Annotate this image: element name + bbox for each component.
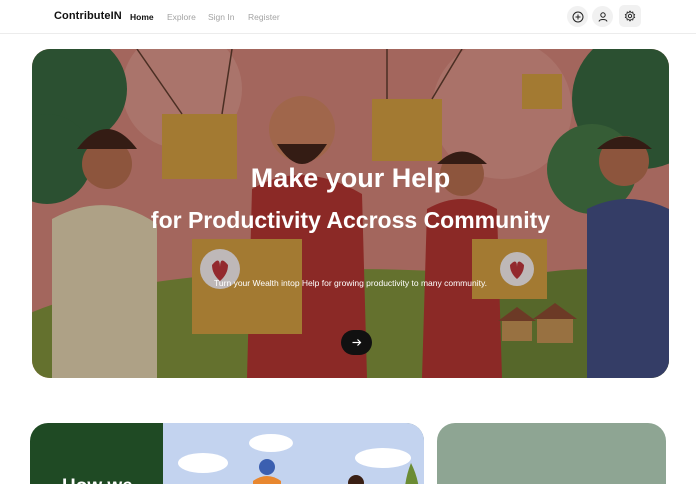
top-navbar: ContributeIN Home Explore Sign In Regist…	[0, 0, 696, 34]
nav-register-link[interactable]: Register	[248, 12, 280, 22]
hero-subtitle: Turn your Wealth intop Help for growing …	[214, 278, 487, 288]
hero-title-secondary: for Productivity Accross Community	[150, 207, 551, 233]
how-we-title: How we	[62, 476, 133, 484]
hero-banner: Make your Help for Productivity Accross …	[32, 49, 669, 378]
hero-next-button[interactable]	[341, 330, 372, 355]
brand-logo[interactable]: ContributeIN	[54, 10, 122, 22]
nav-explore-link[interactable]: Explore	[167, 12, 196, 22]
nav-home-link[interactable]: Home	[130, 12, 154, 22]
nav-sign-in-link[interactable]: Sign In	[208, 12, 234, 22]
user-icon	[598, 11, 607, 22]
profile-button[interactable]	[592, 6, 613, 27]
arrow-right-icon	[352, 339, 362, 346]
how-we-illustration	[163, 423, 424, 484]
settings-button[interactable]	[619, 5, 641, 27]
hero-title: Make your Help	[250, 163, 451, 193]
create-button[interactable]	[567, 6, 588, 27]
gear-icon	[624, 10, 636, 22]
plus-circle-icon	[572, 11, 583, 22]
side-info-card	[437, 423, 666, 484]
how-we-card: How we	[30, 423, 424, 484]
